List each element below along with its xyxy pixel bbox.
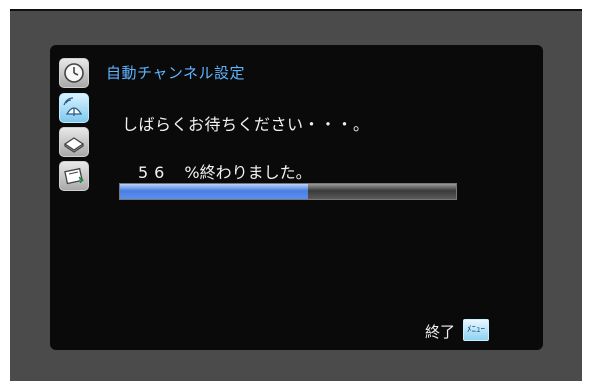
side-menu-tray[interactable] [59,127,89,157]
end-label: 終了 [425,323,456,341]
dialog-title: 自動チャンネル設定 [106,64,246,82]
card-icon [64,167,84,185]
side-menu-clock[interactable] [59,58,89,88]
side-menu-card[interactable] [59,161,89,191]
menu-button[interactable]: ﾒﾆｭｰ [463,319,489,341]
progress-suffix: %終わりました。 [184,163,312,182]
progress-bar-fill [120,184,309,199]
side-menu-antenna[interactable] [59,93,89,123]
clock-icon [64,63,84,83]
tv-screen: 自動チャンネル設定 しばらくお待ちください・・・。 56 %終わりました。 終了… [10,9,582,381]
tv-frame: 自動チャンネル設定 しばらくお待ちください・・・。 56 %終わりました。 終了… [0,0,591,385]
tray-icon [63,137,85,153]
progress-percent: 56 [138,163,171,182]
progress-text: 56 %終わりました。 [138,159,312,183]
antenna-icon [63,97,83,116]
progress-bar [119,183,457,200]
wait-message: しばらくお待ちください・・・。 [122,115,370,134]
channel-setup-dialog: 自動チャンネル設定 しばらくお待ちください・・・。 56 %終わりました。 終了… [50,45,543,350]
